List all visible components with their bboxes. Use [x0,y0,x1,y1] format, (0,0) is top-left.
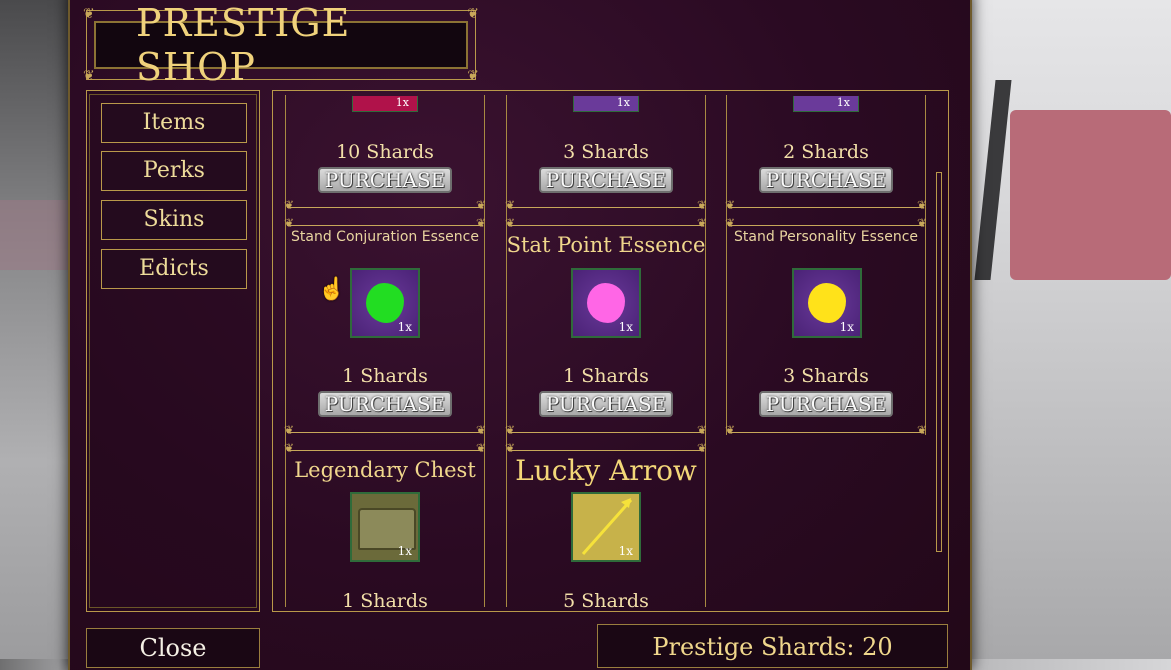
item-name: Stat Point Essence [506,233,706,257]
purchase-button[interactable]: PURCHASE [539,167,673,193]
pink-essence-icon [587,283,625,323]
purchase-button[interactable]: PURCHASE [318,167,452,193]
corner-ornament-icon: ❦ [467,68,479,84]
row-divider [505,216,707,230]
arrow-icon[interactable]: 1x [571,492,641,562]
item-quantity: 1x [397,544,412,558]
nav-item-skins[interactable]: Skins [101,200,247,240]
item-name: Stand Personality Essence [733,229,919,245]
row-divider [505,423,707,437]
item-price: 5 Shards [563,590,649,612]
background-decor-left [0,200,70,270]
nav-item-perks[interactable]: Perks [101,151,247,191]
item-price: 3 Shards [783,365,869,387]
item-icon-partial: 1x [793,96,859,112]
background-wall-left [0,0,70,659]
essence-icon[interactable]: 1x [792,268,862,338]
corner-ornament-icon: ❦ [467,6,479,22]
grid-scrollbar[interactable] [936,172,942,552]
item-name: Legendary Chest [294,458,476,482]
title-frame: ❦ ❦ ❦ ❦ PRESTIGE SHOP [83,1,479,89]
purchase-button[interactable]: PURCHASE [539,391,673,417]
item-quantity: 1x [397,320,412,334]
item-quantity: 1x [616,96,630,109]
item-icon-partial: 1x [573,96,639,112]
item-price: 1 Shards [342,590,428,612]
item-name: Stand Conjuration Essence [291,229,479,245]
row-divider [284,216,486,230]
green-essence-icon [366,283,404,323]
row-divider [284,198,486,212]
category-sidebar: Items Perks Skins Edicts [86,90,260,612]
row-divider [725,423,927,437]
item-price: 3 Shards [563,141,649,163]
item-quantity: 1x [618,544,633,558]
purchase-button[interactable]: PURCHASE [759,391,893,417]
row-divider [284,423,486,437]
item-price: 1 Shards [342,365,428,387]
nav-item-edicts[interactable]: Edicts [101,249,247,289]
nav-item-items[interactable]: Items [101,103,247,143]
purchase-button[interactable]: PURCHASE [318,391,452,417]
item-name: Lucky Arrow [515,454,697,487]
item-quantity: 1x [836,96,850,109]
essence-icon[interactable]: 1x [350,268,420,338]
row-divider [505,441,707,455]
chest-icon[interactable]: 1x [350,492,420,562]
item-icon-partial: 1x [352,96,418,112]
page-title: PRESTIGE SHOP [94,1,468,89]
close-button[interactable]: Close [86,628,260,668]
item-price: 1 Shards [563,365,649,387]
corner-ornament-icon: ❦ [83,6,95,22]
item-quantity: 1x [839,320,854,334]
row-divider [284,441,486,455]
item-price: 2 Shards [783,141,869,163]
item-quantity: 1x [395,96,409,109]
row-divider [725,216,927,230]
row-divider [505,198,707,212]
hand-cursor-icon: ☝ [318,277,346,302]
prestige-shards-counter: Prestige Shards: 20 [597,624,948,668]
corner-ornament-icon: ❦ [83,68,95,84]
row-divider [725,198,927,212]
yellow-essence-icon [808,283,846,323]
item-quantity: 1x [618,320,633,334]
background-couch [1010,110,1171,280]
essence-icon[interactable]: 1x [571,268,641,338]
purchase-button[interactable]: PURCHASE [759,167,893,193]
item-price: 10 Shards [336,141,434,163]
